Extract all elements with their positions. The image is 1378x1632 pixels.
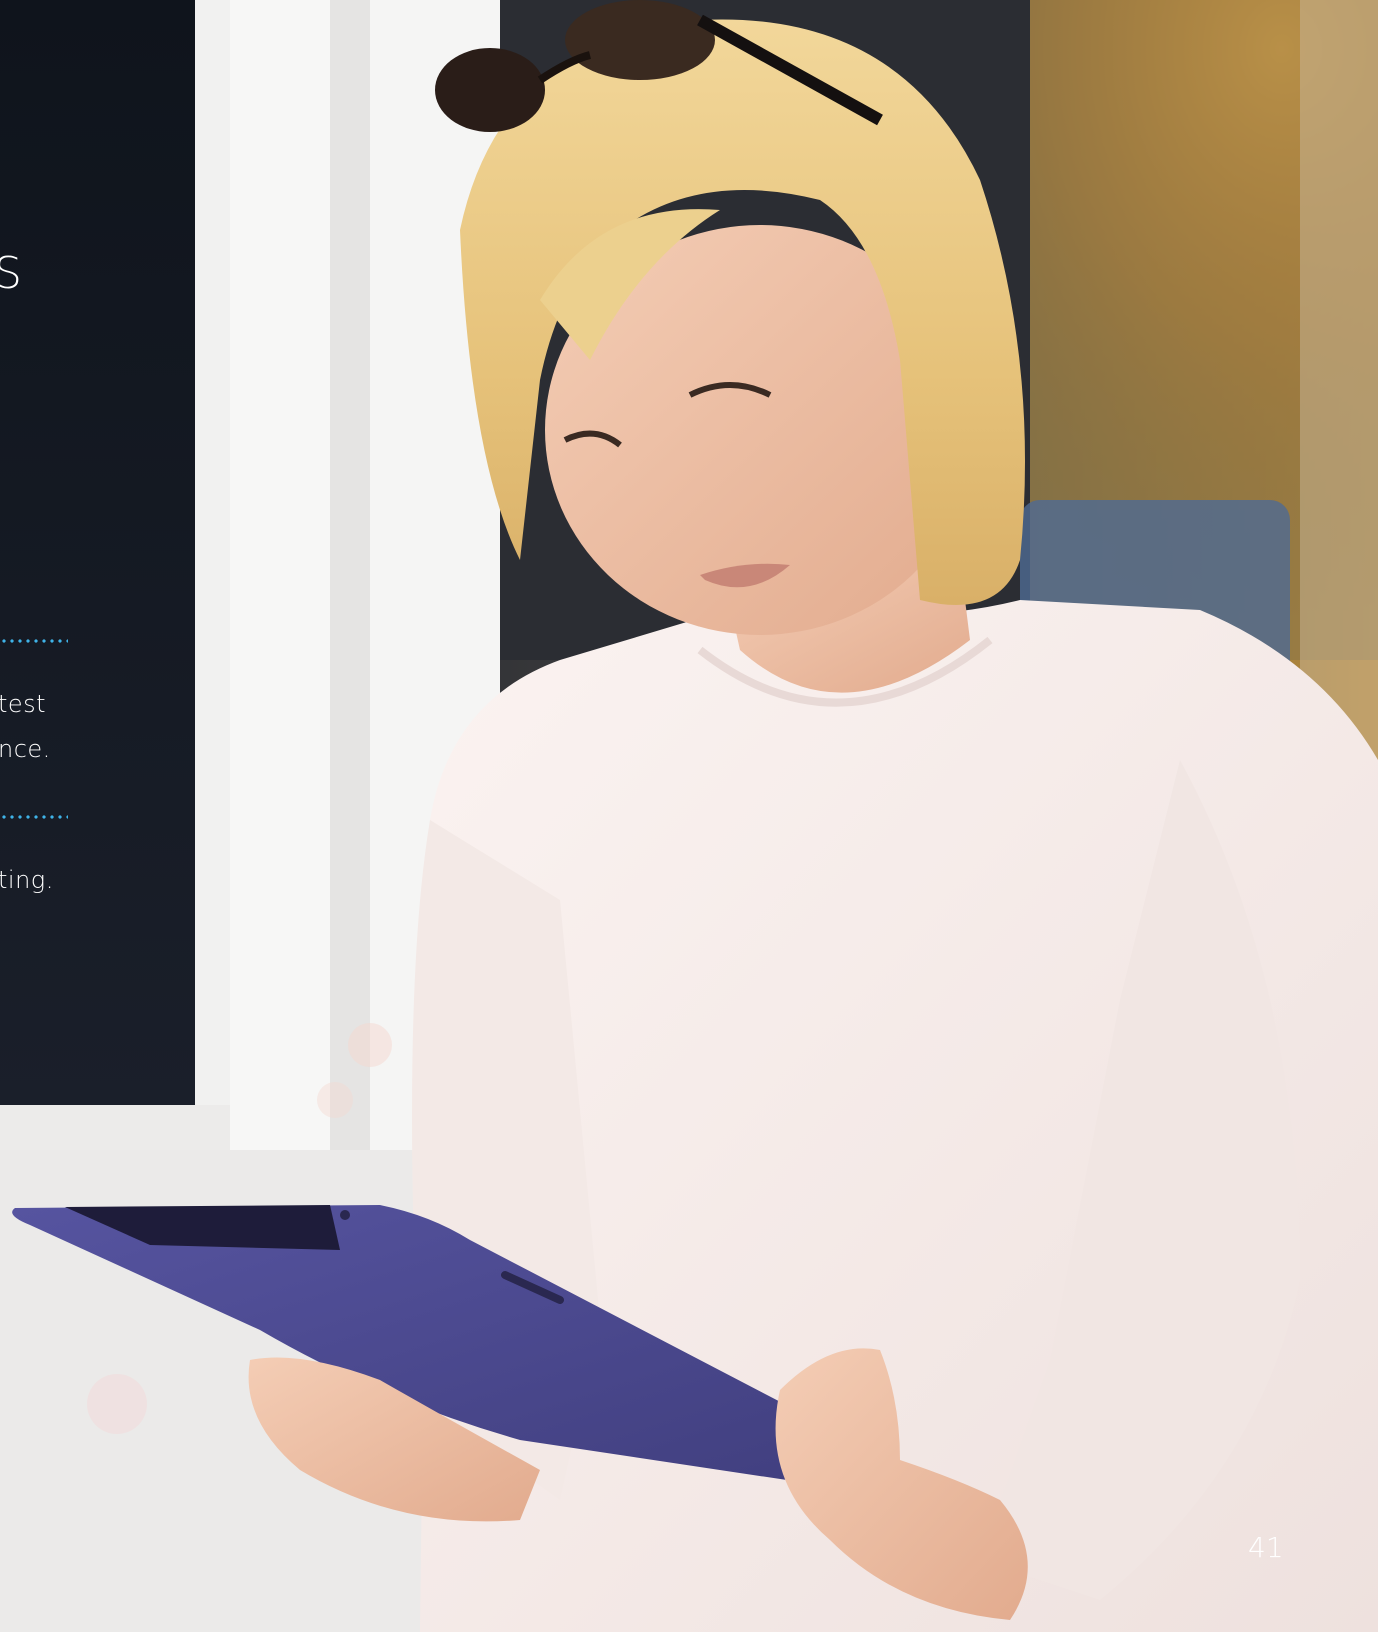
body-text-line: test [0, 690, 47, 718]
dotted-divider [0, 815, 68, 819]
body-text-line: ting. [0, 866, 54, 894]
heading-fragment: S [0, 248, 23, 299]
woman-with-tablet-photo [0, 0, 1378, 1632]
dotted-divider [0, 639, 68, 643]
body-text-line: nce. [0, 735, 51, 763]
page-number: 41 [1248, 1531, 1284, 1564]
